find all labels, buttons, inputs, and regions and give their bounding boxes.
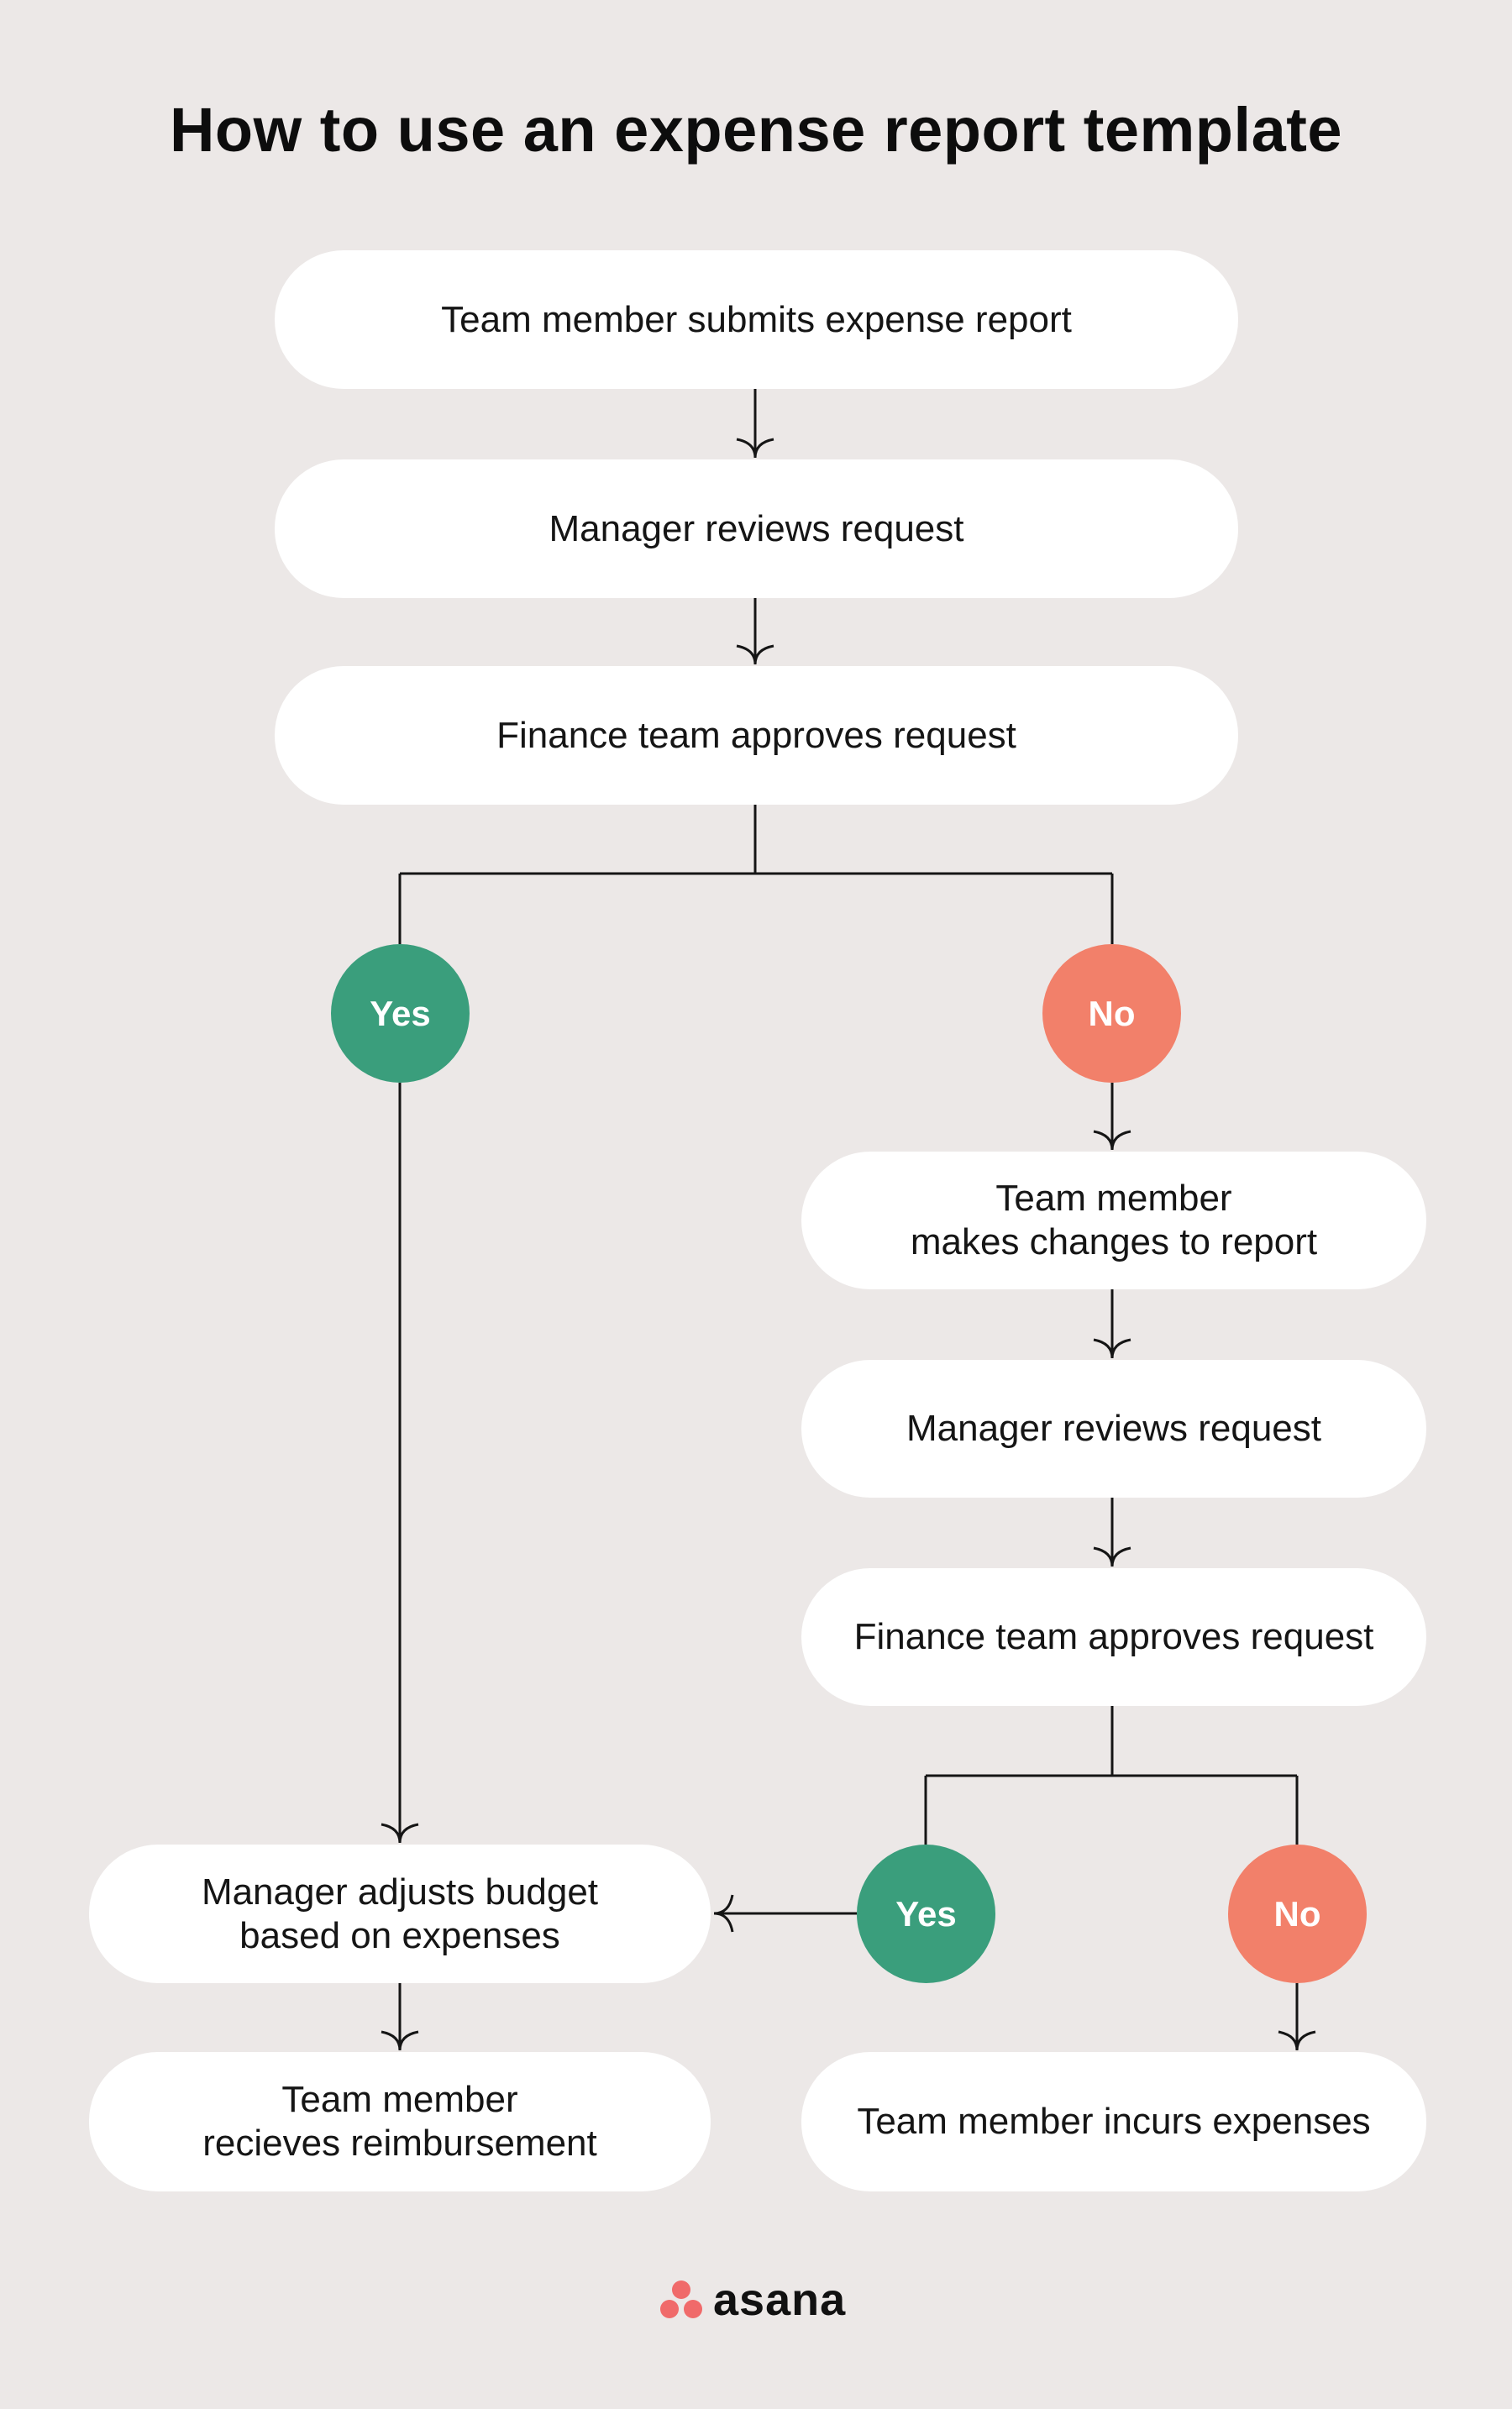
node-finance-approve-1: Finance team approves request bbox=[275, 666, 1238, 805]
decision-label: No bbox=[1088, 993, 1136, 1033]
decision-label: No bbox=[1273, 1893, 1321, 1934]
decision-yes-1: Yes bbox=[331, 944, 470, 1083]
node-make-changes: Team member makes changes to report bbox=[801, 1152, 1426, 1289]
node-label: Team member makes changes to report bbox=[910, 1178, 1318, 1262]
node-adjust-budget: Manager adjusts budget based on expenses bbox=[89, 1845, 711, 1983]
node-manager-review-2: Manager reviews request bbox=[801, 1360, 1426, 1498]
node-label: Finance team approves request bbox=[853, 1616, 1374, 1657]
node-label: Team member submits expense report bbox=[441, 298, 1072, 340]
decision-no-1: No bbox=[1042, 944, 1181, 1083]
node-label: Manager adjusts budget based on expenses bbox=[201, 1871, 599, 1956]
decision-label: Yes bbox=[895, 1893, 957, 1934]
node-manager-review-1: Manager reviews request bbox=[275, 459, 1238, 598]
node-submit-report: Team member submits expense report bbox=[275, 250, 1238, 389]
node-incurs-expenses: Team member incurs expenses bbox=[801, 2052, 1426, 2191]
node-receives-reimbursement: Team member recieves reimbursement bbox=[89, 2052, 711, 2191]
decision-no-2: No bbox=[1228, 1845, 1367, 1983]
node-label: Team member recieves reimbursement bbox=[202, 2079, 597, 2164]
asana-three-dots-icon bbox=[659, 2279, 703, 2321]
asana-logo: asana bbox=[659, 2275, 846, 2325]
asana-wordmark: asana bbox=[713, 2275, 847, 2325]
node-label: Team member incurs expenses bbox=[857, 2101, 1371, 2142]
node-label: Manager reviews request bbox=[906, 1408, 1321, 1449]
node-label: Manager reviews request bbox=[549, 507, 964, 549]
node-label: Finance team approves request bbox=[496, 714, 1016, 756]
decision-yes-2: Yes bbox=[857, 1845, 995, 1983]
node-finance-approve-2: Finance team approves request bbox=[801, 1568, 1426, 1706]
decision-label: Yes bbox=[370, 993, 431, 1033]
